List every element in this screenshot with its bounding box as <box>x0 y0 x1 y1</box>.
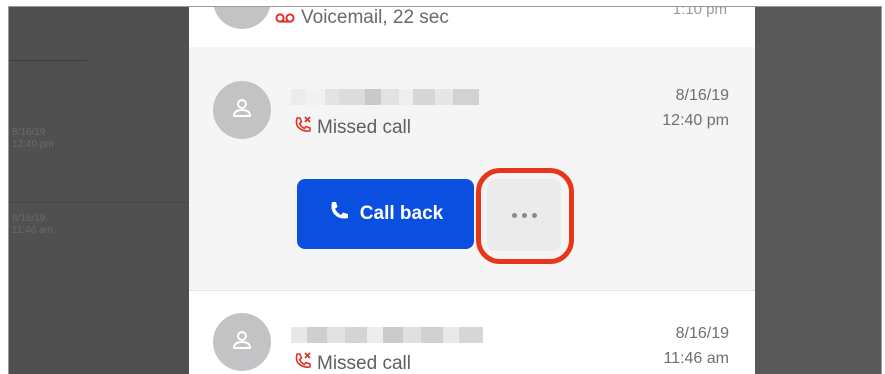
call-history-list: Voicemail, 22 sec 1:10 pm Missed call 8/… <box>189 7 755 374</box>
missed-call-icon <box>293 351 313 374</box>
voicemail-icon <box>275 12 295 24</box>
divider <box>9 60 87 61</box>
call-back-label: Call back <box>359 203 444 224</box>
call-datetime: 8/16/19 11:46 am <box>663 321 729 371</box>
call-status-label: Missed call <box>317 117 411 138</box>
call-back-button[interactable]: Call back <box>297 179 474 249</box>
contact-name-redacted <box>291 327 483 343</box>
call-status-label: Missed call <box>317 353 411 374</box>
phone-icon <box>328 200 350 228</box>
call-row-expanded[interactable]: Missed call 8/16/19 12:40 pm Call back <box>189 47 755 291</box>
avatar <box>213 313 271 371</box>
avatar <box>213 81 271 139</box>
call-date: 8/16/19 <box>675 325 729 342</box>
call-date: 8/16/19 <box>675 87 729 104</box>
contact-name-redacted <box>291 89 479 105</box>
divider <box>9 202 189 203</box>
call-datetime: 8/16/19 12:40 pm <box>662 83 729 133</box>
missed-call-icon <box>293 115 313 141</box>
highlight-ring <box>476 168 574 264</box>
call-status: Missed call <box>293 351 411 374</box>
user-icon <box>231 97 253 124</box>
background-right-panel <box>755 7 881 374</box>
call-status: Missed call <box>293 115 411 141</box>
avatar <box>213 7 271 29</box>
background-left-panel: 8/16/19 12:40 pm 8/16/19 11:46 am <box>9 7 189 374</box>
call-row[interactable]: Voicemail, 22 sec 1:10 pm <box>189 6 755 48</box>
app-window: 8/16/19 12:40 pm 8/16/19 11:46 am Voicem… <box>8 6 882 374</box>
background-entry: 8/16/19 12:40 pm <box>12 127 54 150</box>
call-status: Voicemail, 22 sec <box>275 7 449 29</box>
call-status-label: Voicemail, 22 sec <box>301 7 449 28</box>
call-time: 11:46 am <box>663 350 729 367</box>
call-time: 1:10 pm <box>672 6 727 18</box>
user-icon <box>231 329 253 356</box>
background-entry: 8/16/19 11:46 am <box>12 213 53 236</box>
call-time: 12:40 pm <box>662 112 729 129</box>
call-row[interactable]: Missed call 8/16/19 11:46 am <box>189 291 755 374</box>
